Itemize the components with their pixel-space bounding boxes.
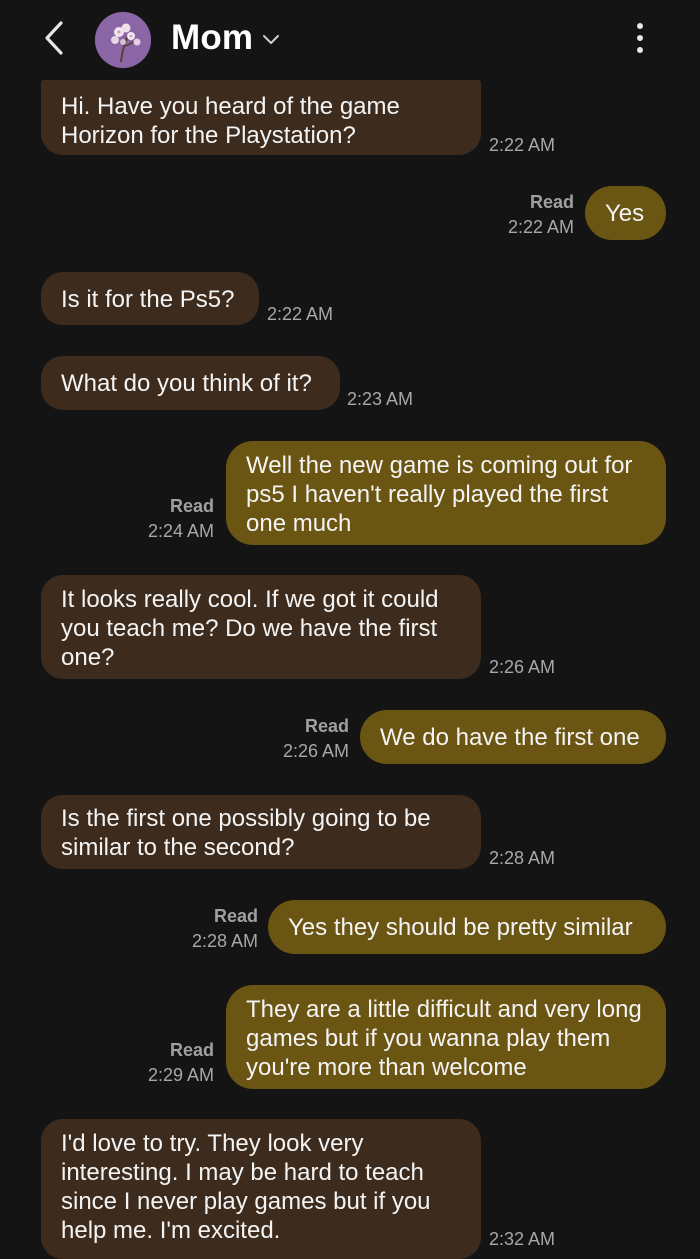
more-options-button[interactable] [620, 18, 660, 58]
incoming-message-bubble[interactable]: Is it for the Ps5? [41, 272, 259, 325]
more-vert-icon [637, 23, 643, 29]
message-text: We do have the first one [380, 724, 640, 751]
avatar[interactable] [95, 12, 151, 68]
outgoing-message-bubble[interactable]: Yes they should be pretty similar [268, 900, 666, 954]
message-meta: Read 2:22 AM [508, 190, 574, 240]
message-timestamp: 2:22 AM [489, 135, 556, 155]
message-text: Is it for the Ps5? [61, 286, 235, 313]
message-text: Well the new game is coming out for ps5 … [246, 452, 633, 537]
message-text: It looks really cool. If we got it could… [61, 586, 439, 671]
incoming-message-bubble[interactable]: What do you think of it? [41, 356, 340, 410]
message-text: They are a little difficult and very lon… [246, 996, 642, 1081]
incoming-message-bubble[interactable]: Is the first one possibly going to be si… [41, 795, 481, 869]
back-button[interactable] [34, 18, 74, 58]
incoming-message-bubble[interactable]: Hi. Have you heard of the game Horizon f… [41, 78, 481, 155]
message-text: Hi. Have you heard of the game Horizon f… [61, 93, 400, 149]
chevron-left-icon [45, 21, 63, 55]
message-timestamp: 2:24 AM [147, 521, 214, 541]
message-meta: Read 2:28 AM [192, 904, 258, 954]
message-timestamp: 2:22 AM [267, 304, 334, 324]
message-meta: Read 2:26 AM [283, 714, 349, 764]
message-text: I'd love to try. They look very interest… [61, 1130, 431, 1244]
message-timestamp: 2:28 AM [489, 848, 556, 868]
read-status: Read [529, 192, 574, 212]
message-timestamp: 2:22 AM [507, 217, 574, 237]
outgoing-message-bubble[interactable]: Well the new game is coming out for ps5 … [226, 441, 666, 545]
flower-avatar-icon [95, 12, 151, 68]
read-status: Read [169, 496, 214, 516]
message-timestamp: 2:32 AM [489, 1229, 556, 1249]
message-timestamp: 2:23 AM [347, 389, 414, 409]
chevron-down-icon [263, 35, 280, 44]
message-text: Is the first one possibly going to be si… [61, 805, 431, 861]
outgoing-message-bubble[interactable]: Yes [585, 186, 666, 240]
message-timestamp: 2:26 AM [489, 657, 556, 677]
message-text: Yes they should be pretty similar [288, 914, 633, 941]
incoming-message-bubble[interactable]: It looks really cool. If we got it could… [41, 575, 481, 679]
message-text: Yes [605, 200, 645, 227]
message-thread[interactable]: Hi. Have you heard of the game Horizon f… [0, 0, 700, 1259]
message-meta: Read 2:29 AM [148, 1038, 214, 1088]
message-timestamp: 2:28 AM [191, 931, 258, 951]
outgoing-message-bubble[interactable]: They are a little difficult and very lon… [226, 985, 666, 1089]
read-status: Read [304, 716, 349, 736]
contact-name: Mom [171, 18, 254, 57]
more-vert-icon-dot [637, 35, 643, 41]
read-status: Read [169, 1040, 214, 1060]
more-vert-icon-dot [637, 47, 643, 53]
read-status: Read [213, 906, 258, 926]
message-timestamp: 2:26 AM [282, 741, 349, 761]
message-timestamp: 2:29 AM [147, 1065, 214, 1085]
message-text: What do you think of it? [61, 370, 312, 397]
message-meta: Read 2:24 AM [148, 494, 214, 544]
conversation-header: Mom [0, 0, 700, 80]
outgoing-message-bubble[interactable]: We do have the first one [360, 710, 666, 764]
contact-name-dropdown[interactable]: Mom [171, 14, 281, 62]
incoming-message-bubble[interactable]: I'd love to try. They look very interest… [41, 1119, 481, 1259]
